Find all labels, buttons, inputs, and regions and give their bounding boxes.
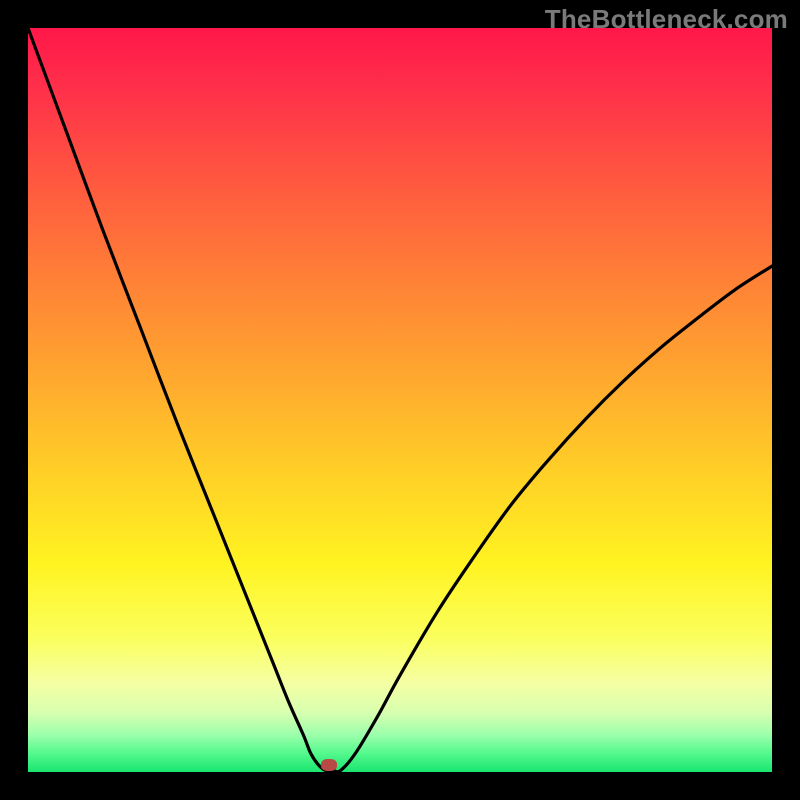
curve-svg [28,28,772,772]
optimal-point-marker [321,759,337,771]
bottleneck-curve [28,28,772,772]
plot-area [28,28,772,772]
chart-frame: TheBottleneck.com [0,0,800,800]
